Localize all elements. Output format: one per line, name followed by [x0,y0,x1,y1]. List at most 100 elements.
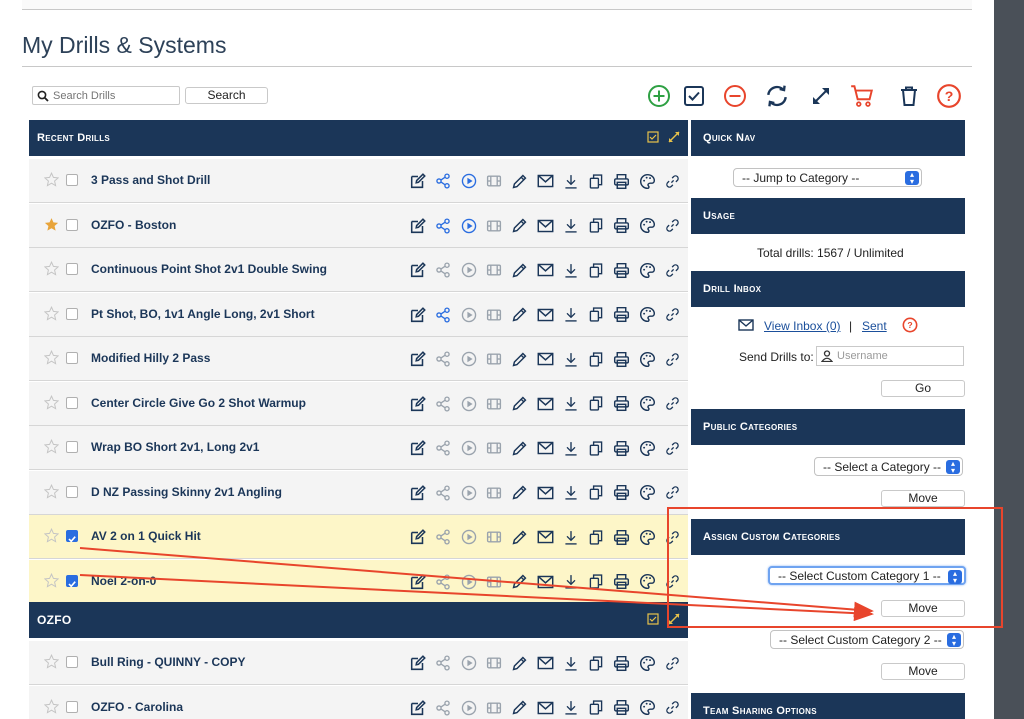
drill-row[interactable]: 3 Pass and Shot Drill [29,159,688,203]
copy-icon[interactable] [584,698,610,718]
envelope-icon[interactable] [533,653,559,673]
pencil-icon[interactable] [507,260,533,280]
go-button[interactable]: Go [881,380,965,397]
play-icon[interactable] [456,483,482,503]
download-icon[interactable] [558,305,584,325]
trash-icon[interactable] [896,83,922,109]
drill-checkbox[interactable] [66,700,78,713]
drill-name[interactable]: Noel 2-on-0 [91,574,156,588]
print-icon[interactable] [609,394,635,414]
download-icon[interactable] [558,653,584,673]
drill-checkbox[interactable] [66,656,78,668]
share-icon[interactable] [431,305,457,325]
share-icon[interactable] [431,698,457,718]
share-icon[interactable] [431,438,457,458]
copy-icon[interactable] [584,305,610,325]
link-icon[interactable] [660,260,686,280]
download-icon[interactable] [558,572,584,592]
star-filled-icon[interactable] [44,217,60,233]
link-icon[interactable] [660,698,686,718]
palette-icon[interactable] [635,698,661,718]
pencil-icon[interactable] [507,698,533,718]
drill-name[interactable]: Wrap BO Short 2v1, Long 2v1 [91,440,259,454]
download-icon[interactable] [558,216,584,236]
envelope-icon[interactable] [533,305,559,325]
copy-icon[interactable] [584,171,610,191]
envelope-icon[interactable] [533,483,559,503]
drill-name[interactable]: Center Circle Give Go 2 Shot Warmup [91,396,306,410]
download-icon[interactable] [558,260,584,280]
sent-link[interactable]: Sent [862,319,887,333]
print-icon[interactable] [609,216,635,236]
drill-row[interactable]: Noel 2-on-0 [29,559,688,604]
check-square-icon[interactable] [681,83,707,109]
print-icon[interactable] [609,698,635,718]
download-icon[interactable] [558,698,584,718]
pencil-icon[interactable] [507,572,533,592]
palette-icon[interactable] [635,394,661,414]
star-icon[interactable] [43,527,60,544]
envelope-icon[interactable] [533,394,559,414]
film-icon[interactable] [482,216,508,236]
film-icon[interactable] [482,305,508,325]
pencil-icon[interactable] [507,653,533,673]
edit-icon[interactable] [405,483,431,503]
print-icon[interactable] [609,349,635,369]
play-icon[interactable] [456,394,482,414]
link-icon[interactable] [660,216,686,236]
palette-icon[interactable] [635,349,661,369]
play-icon[interactable] [456,260,482,280]
envelope-icon[interactable] [533,171,559,191]
drill-checkbox[interactable] [66,174,78,186]
username-input[interactable]: Username [816,346,964,366]
drill-name[interactable]: AV 2 on 1 Quick Hit [91,529,201,543]
copy-icon[interactable] [584,527,610,547]
play-icon[interactable] [456,572,482,592]
film-icon[interactable] [482,438,508,458]
drill-name[interactable]: Modified Hilly 2 Pass [91,351,210,365]
drill-name[interactable]: Pt Shot, BO, 1v1 Angle Long, 2v1 Short [91,307,315,321]
envelope-icon[interactable] [533,698,559,718]
print-icon[interactable] [609,438,635,458]
drill-name[interactable]: OZFO - Carolina [91,700,183,714]
drill-row[interactable]: OZFO - Carolina [29,685,688,719]
envelope-icon[interactable] [533,260,559,280]
envelope-icon[interactable] [533,438,559,458]
pencil-icon[interactable] [507,438,533,458]
drill-checkbox[interactable] [66,263,78,275]
star-icon[interactable] [43,483,60,500]
drill-row[interactable]: Center Circle Give Go 2 Shot Warmup [29,381,688,426]
palette-icon[interactable] [635,260,661,280]
compress-icon[interactable] [668,131,680,143]
link-icon[interactable] [660,305,686,325]
print-icon[interactable] [609,305,635,325]
link-icon[interactable] [660,394,686,414]
edit-icon[interactable] [405,394,431,414]
film-icon[interactable] [482,698,508,718]
share-icon[interactable] [431,260,457,280]
drill-row[interactable]: AV 2 on 1 Quick Hit [29,515,688,559]
play-icon[interactable] [456,438,482,458]
link-icon[interactable] [660,438,686,458]
film-icon[interactable] [482,349,508,369]
share-icon[interactable] [431,483,457,503]
drill-checkbox[interactable] [66,307,78,320]
film-icon[interactable] [482,171,508,191]
edit-icon[interactable] [405,527,431,547]
star-icon[interactable] [43,438,60,455]
drill-checkbox[interactable] [66,530,78,543]
film-icon[interactable] [482,527,508,547]
star-icon[interactable] [43,698,60,715]
check-square-icon[interactable] [647,613,659,625]
copy-icon[interactable] [584,653,610,673]
share-icon[interactable] [431,216,457,236]
play-icon[interactable] [456,216,482,236]
drill-checkbox[interactable] [66,218,78,231]
star-icon[interactable] [43,349,60,366]
drill-row[interactable]: Continuous Point Shot 2v1 Double Swing [29,248,688,292]
edit-icon[interactable] [405,438,431,458]
edit-icon[interactable] [405,171,431,191]
link-icon[interactable] [660,349,686,369]
cart-icon[interactable] [849,83,875,109]
public-category-select[interactable]: -- Select a Category -- ▴ ▾ [814,457,963,476]
